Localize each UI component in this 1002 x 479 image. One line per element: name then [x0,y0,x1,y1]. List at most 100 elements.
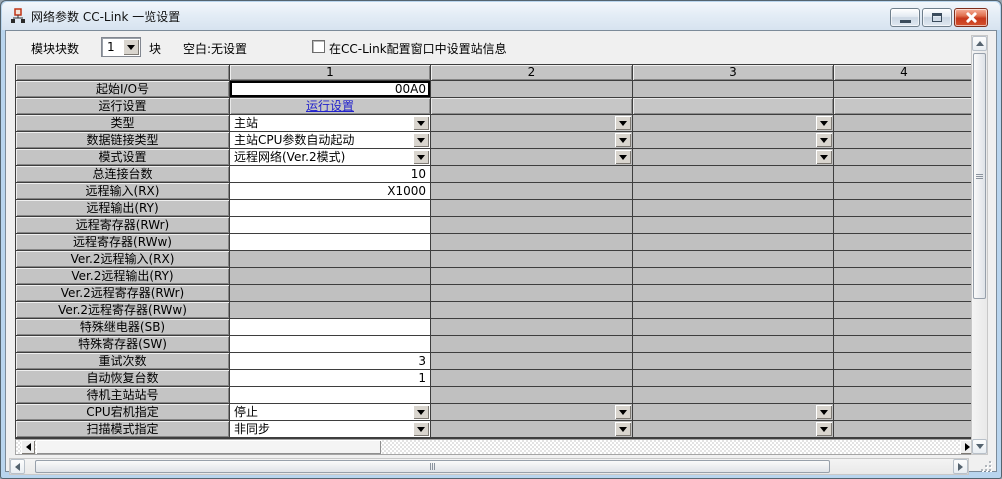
corner-header-cell [16,65,230,81]
dropdown-arrow-icon[interactable] [413,422,429,436]
grid-cell-text[interactable] [230,200,431,217]
dropdown-arrow-icon[interactable] [816,422,832,436]
module-count-combobox[interactable]: 1 [101,37,141,57]
close-button[interactable] [954,8,988,27]
grid-cell-button[interactable] [834,98,975,115]
window-v-scrollbar[interactable] [971,35,988,455]
grid-cell-gray [633,200,834,217]
grid-cell-dropdown[interactable]: 非同步 [230,421,431,438]
grid-cell-button[interactable] [431,98,633,115]
dropdown-arrow-icon[interactable] [816,133,832,147]
scroll-up-button[interactable] [972,36,987,51]
dropdown-arrow-icon[interactable] [615,150,631,164]
grid-cell-button[interactable] [633,98,834,115]
grid-cell-text[interactable] [230,336,431,353]
scroll-right-button[interactable] [953,459,968,474]
table-h-scrollbar[interactable] [15,439,976,455]
grid-cell-gray [431,217,633,234]
combobox-arrow-icon[interactable] [123,39,139,55]
dropdown-arrow-icon[interactable] [413,133,429,147]
table-row: Ver.2远程寄存器(RWr) [16,285,975,302]
grid-cell-dropdown[interactable]: 远程网络(Ver.2模式) [230,149,431,166]
grid-cell-gray [834,132,975,149]
grid-cell-text[interactable]: 10 [230,166,431,183]
grid-cell-dropdown-gray[interactable] [633,149,834,166]
unit-label: 块 [149,40,161,57]
grid-cell-text[interactable] [230,217,431,234]
grid-cell-text[interactable]: 1 [230,370,431,387]
restore-button[interactable] [922,8,952,27]
row-header: 远程输入(RX) [16,183,230,200]
close-icon [966,12,977,23]
dropdown-arrow-icon[interactable] [816,150,832,164]
minimize-button[interactable] [890,8,920,27]
grid-cell-gray [633,336,834,353]
blank-hint-label: 空白:无设置 [183,40,247,57]
arrow-left-icon [15,463,20,471]
dropdown-arrow-icon[interactable] [615,133,631,147]
grid-cell-gray [633,387,834,404]
resize-grip[interactable] [980,460,994,474]
dropdown-arrow-icon[interactable] [816,405,832,419]
table-scroll-left-button[interactable] [21,440,35,454]
grid-cell-link[interactable]: 运行设置 [230,98,431,115]
titlebar[interactable]: 网络参数 CC-Link 一览设置 [2,2,1000,30]
client-area: 模块块数 1 块 空白:无设置 在CC-Link配置窗口中设置站信息 1234 … [5,30,997,472]
grid-cell-dropdown[interactable]: 主站CPU参数自动起动 [230,132,431,149]
grid-cell-dropdown-gray[interactable] [633,132,834,149]
grid-cell-dropdown-gray[interactable] [431,421,633,438]
grid-cell-input-active[interactable]: 00A0 [230,81,431,98]
grid-body: 起始I/O号00A0运行设置运行设置类型主站数据链接类型主站CPU参数自动起动模… [16,81,975,438]
dropdown-arrow-icon[interactable] [413,405,429,419]
grid-cell-gray [633,183,834,200]
grid-cell-dropdown-gray[interactable] [431,115,633,132]
window-h-scrollbar[interactable] [9,458,969,475]
grid-cell-dropdown-gray[interactable] [633,115,834,132]
dropdown-arrow-icon[interactable] [615,116,631,130]
v-scrollbar-thumb[interactable] [973,53,986,299]
h-scrollbar-thumb[interactable] [35,460,830,473]
grid-cell-dropdown-gray[interactable] [431,132,633,149]
grid-cell-text[interactable] [230,319,431,336]
cell-value: 1 [230,370,430,386]
grid-cell-gray [230,285,431,302]
grid-header-row: 1234 [16,65,975,81]
dropdown-arrow-icon[interactable] [615,422,631,436]
table-row: 运行设置运行设置 [16,98,975,115]
dropdown-arrow-icon[interactable] [413,150,429,164]
grid-cell-dropdown-gray[interactable] [431,149,633,166]
table-row: 类型主站 [16,115,975,132]
grid-cell-dropdown-gray[interactable] [633,404,834,421]
grid-cell-dropdown-gray[interactable] [431,404,633,421]
table-row: 特殊继电器(SB) [16,319,975,336]
cell-value: X1000 [230,183,430,199]
cell-value: 主站 [230,115,430,131]
table-row: CPU宕机指定停止 [16,404,975,421]
column-header-2: 2 [431,65,633,81]
grid-cell-text[interactable]: 3 [230,353,431,370]
row-header: 总连接台数 [16,166,230,183]
grid-cell-gray [431,166,633,183]
grid-cell-gray [633,353,834,370]
grid-cell-dropdown-gray[interactable] [633,421,834,438]
dropdown-arrow-icon[interactable] [413,116,429,130]
row-header: 远程寄存器(RWw) [16,234,230,251]
grid-cell-text[interactable]: X1000 [230,183,431,200]
dropdown-arrow-icon[interactable] [615,405,631,419]
grid-cell-gray [834,234,975,251]
table-h-scrollbar-thumb[interactable] [36,440,381,454]
grid-cell-gray [834,183,975,200]
grid-cell-dropdown[interactable]: 停止 [230,404,431,421]
dropdown-arrow-icon[interactable] [816,116,832,130]
cclink-config-checkbox[interactable] [312,40,325,53]
grid-cell-gray [633,234,834,251]
operation-settings-link[interactable]: 运行设置 [230,98,430,114]
grid-cell-text[interactable] [230,234,431,251]
scroll-down-button[interactable] [972,439,987,454]
grid-cell-dropdown[interactable]: 主站 [230,115,431,132]
scroll-left-button[interactable] [10,459,25,474]
grid-cell-gray [834,285,975,302]
grid-cell-text[interactable] [230,387,431,404]
row-header: 特殊寄存器(SW) [16,336,230,353]
grid-cell-gray [834,217,975,234]
